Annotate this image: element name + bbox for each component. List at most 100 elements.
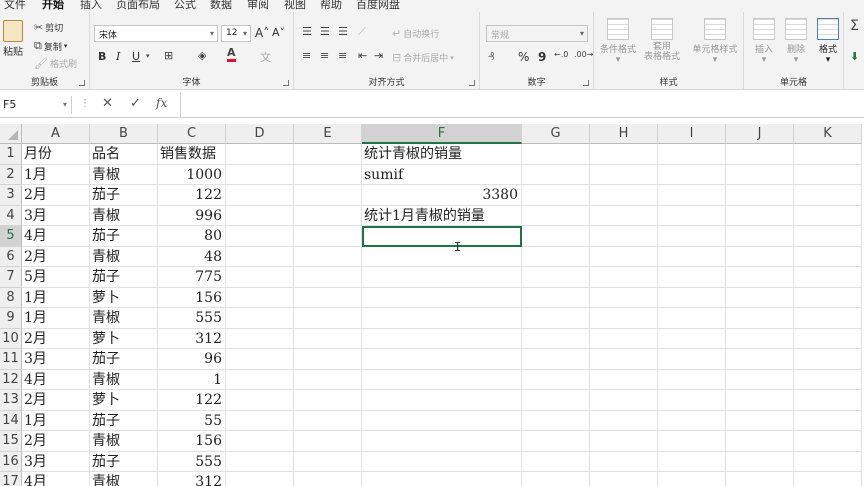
cell-h9[interactable] xyxy=(590,308,658,329)
cell-b17[interactable]: 青椒 xyxy=(90,472,158,486)
cell-c2[interactable]: 1000 xyxy=(158,164,226,185)
row-header[interactable]: 7 xyxy=(0,267,22,288)
cell-g9[interactable] xyxy=(522,308,590,329)
cell-a13[interactable]: 2月 xyxy=(22,390,90,411)
font-name-dropdown[interactable]: 宋体 ▾ xyxy=(94,25,218,42)
cell-c12[interactable]: 1 xyxy=(158,369,226,390)
cell-i10[interactable] xyxy=(658,328,726,349)
font-color-icon[interactable]: A xyxy=(227,47,236,62)
align-left-icon[interactable]: ≡ xyxy=(302,49,311,62)
cell-f4[interactable]: 统计1月青椒的销量 xyxy=(362,205,522,226)
cell-i1[interactable] xyxy=(658,144,726,165)
tab-home[interactable]: 开始 xyxy=(42,0,64,12)
cell-d8[interactable] xyxy=(226,287,294,308)
cell-b3[interactable]: 茄子 xyxy=(90,185,158,206)
name-box[interactable]: F5 ▾ xyxy=(0,96,72,114)
cell-h5[interactable] xyxy=(590,226,658,247)
align-top-icon[interactable]: ☰ xyxy=(302,25,312,38)
cell-i17[interactable] xyxy=(658,472,726,486)
cell-g6[interactable] xyxy=(522,246,590,267)
cell-j1[interactable] xyxy=(726,144,794,165)
cell-e13[interactable] xyxy=(294,390,362,411)
cell-k5[interactable] xyxy=(794,226,862,247)
cell-b6[interactable]: 青椒 xyxy=(90,246,158,267)
font-size-dropdown[interactable]: 12 ▾ xyxy=(221,25,251,42)
row-header[interactable]: 14 xyxy=(0,410,22,431)
cell-a11[interactable]: 3月 xyxy=(22,349,90,370)
cell-d2[interactable] xyxy=(226,164,294,185)
cell-d5[interactable] xyxy=(226,226,294,247)
align-middle-icon[interactable]: ☰ xyxy=(320,25,330,38)
cell-c14[interactable]: 55 xyxy=(158,410,226,431)
cell-e5[interactable] xyxy=(294,226,362,247)
cell-k3[interactable] xyxy=(794,185,862,206)
cell-f11[interactable] xyxy=(362,349,522,370)
cell-b9[interactable]: 青椒 xyxy=(90,308,158,329)
cell-h1[interactable] xyxy=(590,144,658,165)
cell-g5[interactable] xyxy=(522,226,590,247)
shrink-font-button[interactable]: A˅ xyxy=(272,26,285,39)
row-header[interactable]: 11 xyxy=(0,349,22,370)
column-header-d[interactable]: D xyxy=(226,124,294,144)
cell-h12[interactable] xyxy=(590,369,658,390)
cell-c6[interactable]: 48 xyxy=(158,246,226,267)
decrease-decimal-icon[interactable]: .00→ xyxy=(574,50,593,59)
cell-e15[interactable] xyxy=(294,431,362,452)
cell-a14[interactable]: 1月 xyxy=(22,410,90,431)
cell-k16[interactable] xyxy=(794,451,862,472)
cell-e14[interactable] xyxy=(294,410,362,431)
cell-c7[interactable]: 775 xyxy=(158,267,226,288)
cell-c15[interactable]: 156 xyxy=(158,431,226,452)
cell-f3[interactable]: 3380 xyxy=(362,185,522,206)
cell-e6[interactable] xyxy=(294,246,362,267)
cell-h6[interactable] xyxy=(590,246,658,267)
row-header[interactable]: 15 xyxy=(0,431,22,452)
cell-k9[interactable] xyxy=(794,308,862,329)
cell-i14[interactable] xyxy=(658,410,726,431)
cancel-icon[interactable]: ✕ xyxy=(102,96,113,111)
cell-d7[interactable] xyxy=(226,267,294,288)
cell-e2[interactable] xyxy=(294,164,362,185)
cell-b12[interactable]: 青椒 xyxy=(90,369,158,390)
autosum-icon[interactable]: Σ xyxy=(850,18,859,34)
cell-c16[interactable]: 555 xyxy=(158,451,226,472)
cell-c10[interactable]: 312 xyxy=(158,328,226,349)
column-header-c[interactable]: C xyxy=(158,124,226,144)
cell-f7[interactable] xyxy=(362,267,522,288)
align-center-icon[interactable]: ≡ xyxy=(320,49,329,62)
cell-i6[interactable] xyxy=(658,246,726,267)
column-header-b[interactable]: B xyxy=(90,124,158,144)
cell-j5[interactable] xyxy=(726,226,794,247)
cell-i11[interactable] xyxy=(658,349,726,370)
cell-g7[interactable] xyxy=(522,267,590,288)
cell-a15[interactable]: 2月 xyxy=(22,431,90,452)
cell-i13[interactable] xyxy=(658,390,726,411)
cell-d9[interactable] xyxy=(226,308,294,329)
chevron-down-icon[interactable]: ▾ xyxy=(146,52,150,60)
cell-d14[interactable] xyxy=(226,410,294,431)
format-painter-button[interactable]: 🖌 格式刷 xyxy=(34,57,77,70)
select-all-button[interactable] xyxy=(0,124,22,144)
cell-g14[interactable] xyxy=(522,410,590,431)
cell-c4[interactable]: 996 xyxy=(158,205,226,226)
align-right-icon[interactable]: ≡ xyxy=(338,49,347,62)
cell-f1[interactable]: 统计青椒的销量 xyxy=(362,144,522,165)
cell-a10[interactable]: 2月 xyxy=(22,328,90,349)
column-header-g[interactable]: G xyxy=(522,124,590,144)
cell-f9[interactable] xyxy=(362,308,522,329)
cut-button[interactable]: ✂ 剪切 xyxy=(34,21,63,34)
cell-h14[interactable] xyxy=(590,410,658,431)
more-options-icon[interactable]: ⋮ xyxy=(80,98,90,109)
cell-k8[interactable] xyxy=(794,287,862,308)
tab-baidu-netdisk[interactable]: 百度网盘 xyxy=(356,0,400,12)
cell-k2[interactable] xyxy=(794,164,862,185)
cell-j12[interactable] xyxy=(726,369,794,390)
row-header[interactable]: 3 xyxy=(0,185,22,206)
cell-styles-button[interactable]: 单元格样式 ▾ xyxy=(690,18,740,65)
cell-a5[interactable]: 4月 xyxy=(22,226,90,247)
cell-b14[interactable]: 茄子 xyxy=(90,410,158,431)
cell-e17[interactable] xyxy=(294,472,362,486)
cell-a7[interactable]: 5月 xyxy=(22,267,90,288)
cell-h3[interactable] xyxy=(590,185,658,206)
cell-e4[interactable] xyxy=(294,205,362,226)
